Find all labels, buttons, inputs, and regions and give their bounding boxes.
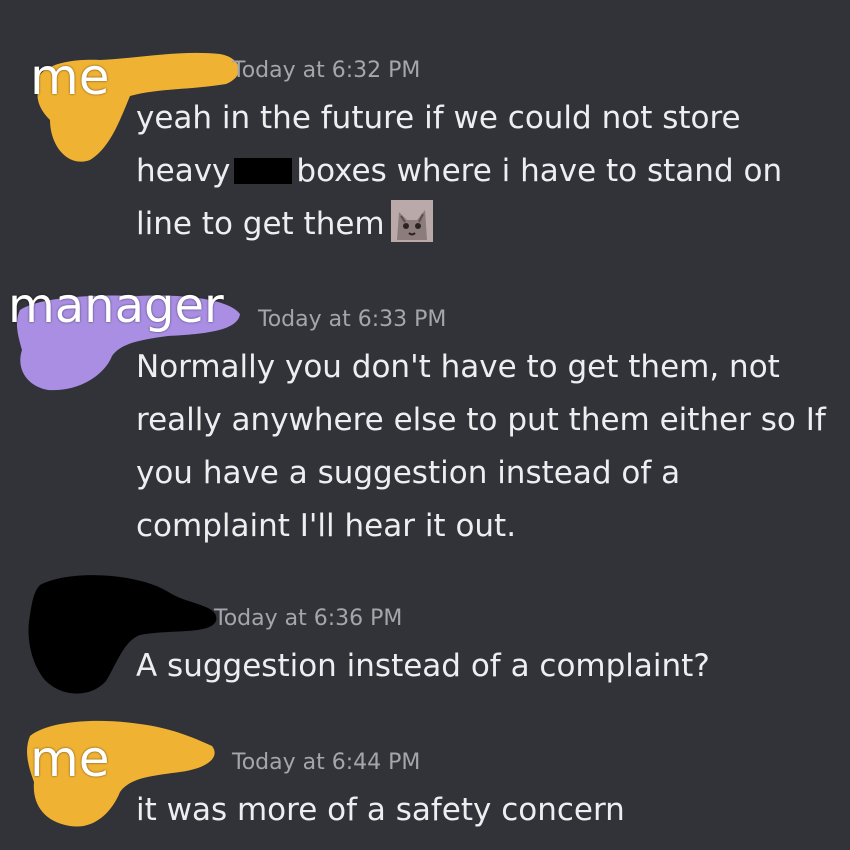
message-text: line to get them — [136, 206, 385, 242]
author-label: manager — [8, 278, 224, 334]
message-line: yeah in the future if we could not store — [136, 100, 741, 136]
message-text: boxes where i have to stand on — [296, 153, 783, 189]
message-timestamp[interactable]: Today at 6:33 PM — [258, 307, 446, 332]
message-line: line to get them — [136, 198, 433, 251]
message-timestamp[interactable]: Today at 6:36 PM — [214, 606, 402, 631]
redaction-bar — [234, 158, 293, 184]
message-line: really anywhere else to put them either … — [136, 402, 826, 438]
message-line: A suggestion instead of a complaint? — [136, 648, 710, 684]
message-line: heavy boxes where i have to stand on — [136, 145, 782, 198]
author-label: me — [30, 730, 110, 788]
message-line: you have a suggestion instead of a — [136, 455, 681, 491]
message-line: complaint I'll hear it out. — [136, 508, 517, 544]
message-text: heavy — [136, 153, 231, 189]
message-line: it was more of a safety concern — [136, 792, 625, 828]
message-timestamp[interactable]: Today at 6:44 PM — [232, 750, 420, 775]
message-timestamp[interactable]: Today at 6:32 PM — [232, 58, 420, 83]
author-label: me — [30, 48, 110, 106]
cat-sticker-icon[interactable] — [390, 200, 433, 242]
message-line: Normally you don't have to get them, not — [136, 349, 780, 385]
